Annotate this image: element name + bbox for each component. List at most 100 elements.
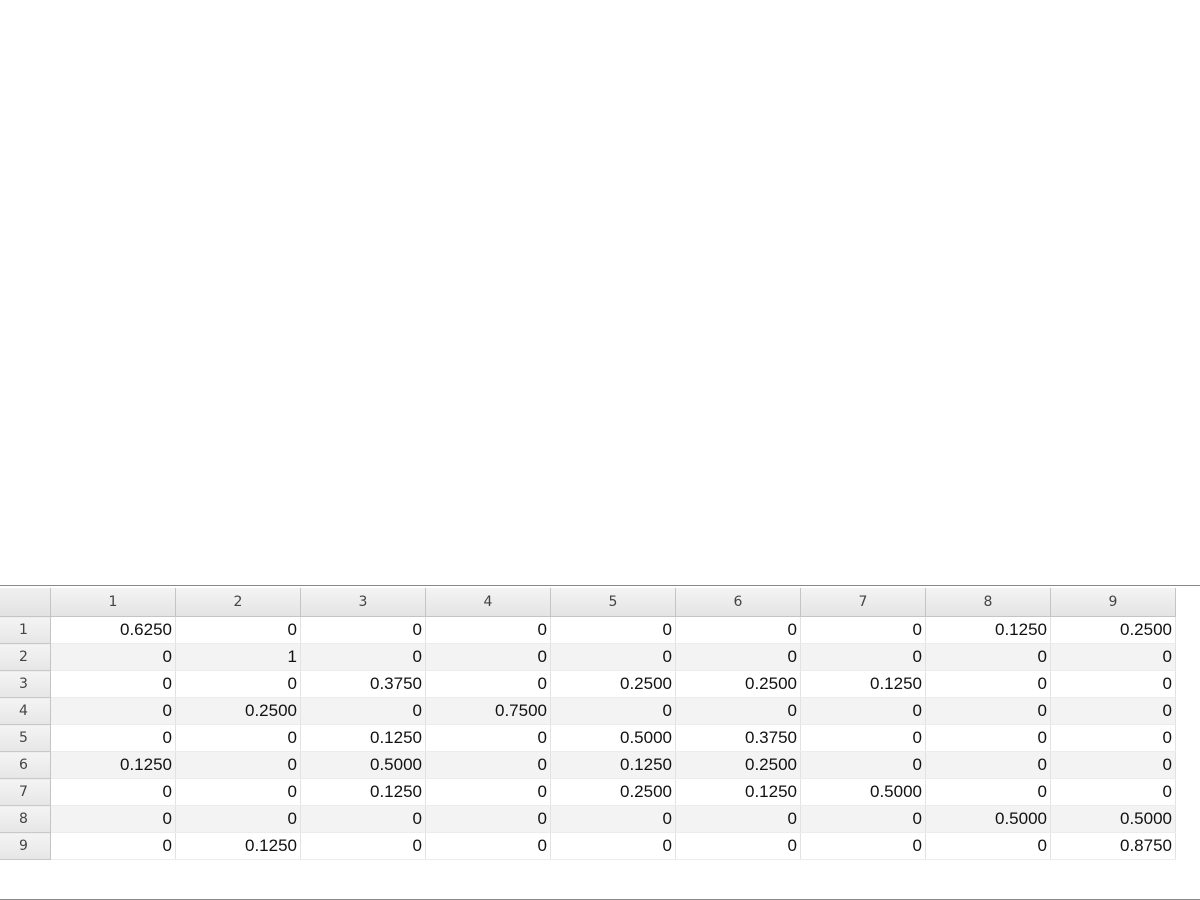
table-cell[interactable]: 0: [1050, 670, 1176, 698]
table-cell[interactable]: 0: [675, 832, 801, 860]
table-cell[interactable]: 0.1250: [175, 832, 301, 860]
table-cell[interactable]: 0: [425, 778, 551, 806]
table-cell[interactable]: 0: [425, 643, 551, 671]
table-cell[interactable]: 0: [925, 643, 1051, 671]
table-cell[interactable]: 0: [675, 697, 801, 725]
table-cell[interactable]: 0: [675, 643, 801, 671]
table-cell[interactable]: 0.5000: [550, 724, 676, 752]
table-cell[interactable]: 0.5000: [925, 805, 1051, 833]
row-header[interactable]: 9: [0, 832, 51, 860]
table-cell[interactable]: 0: [1050, 778, 1176, 806]
row-header[interactable]: 6: [0, 751, 51, 779]
table-cell[interactable]: 0: [425, 832, 551, 860]
row-header[interactable]: 3: [0, 670, 51, 698]
table-cell[interactable]: 0: [550, 643, 676, 671]
table-cell[interactable]: 0: [50, 832, 176, 860]
table-cell[interactable]: 0: [425, 805, 551, 833]
column-header[interactable]: 2: [175, 588, 301, 617]
table-cell[interactable]: 0: [1050, 724, 1176, 752]
table-cell[interactable]: 0: [800, 697, 926, 725]
table-cell[interactable]: 0.1250: [675, 778, 801, 806]
table-cell[interactable]: 0: [300, 832, 426, 860]
variable-editor-grid[interactable]: 1 2 3 4 5 6 7 8 9 1 0.6250 0 0 0 0 0 0 0.1250 0.2…: [0, 585, 1200, 900]
table-cell[interactable]: 0: [50, 724, 176, 752]
column-header[interactable]: 1: [50, 588, 176, 617]
table-cell[interactable]: 0.5000: [1050, 805, 1176, 833]
table-cell[interactable]: 0.2500: [675, 751, 801, 779]
table-cell[interactable]: 0.6250: [50, 616, 176, 644]
corner-cell[interactable]: [0, 588, 51, 617]
table-cell[interactable]: 0.1250: [550, 751, 676, 779]
table-cell[interactable]: 0: [1050, 643, 1176, 671]
column-header[interactable]: 4: [425, 588, 551, 617]
table-cell[interactable]: 0.5000: [800, 778, 926, 806]
table-cell[interactable]: 0: [550, 616, 676, 644]
table-cell[interactable]: 0: [550, 805, 676, 833]
table-cell[interactable]: 0: [175, 724, 301, 752]
column-header[interactable]: 9: [1050, 588, 1176, 617]
table-cell[interactable]: 0.2500: [675, 670, 801, 698]
table-cell[interactable]: 1: [175, 643, 301, 671]
table-cell[interactable]: 0.2500: [550, 670, 676, 698]
row-header[interactable]: 4: [0, 697, 51, 725]
table-cell[interactable]: 0: [550, 697, 676, 725]
table-cell[interactable]: 0.3750: [675, 724, 801, 752]
table-cell[interactable]: 0: [425, 724, 551, 752]
row-header[interactable]: 8: [0, 805, 51, 833]
table-cell[interactable]: 0: [50, 805, 176, 833]
table-cell[interactable]: 0: [925, 724, 1051, 752]
table-cell[interactable]: 0.1250: [925, 616, 1051, 644]
table-cell[interactable]: 0: [925, 751, 1051, 779]
table-cell[interactable]: 0.5000: [300, 751, 426, 779]
table-cell[interactable]: 0: [425, 670, 551, 698]
table-cell[interactable]: 0: [50, 697, 176, 725]
table-cell[interactable]: 0.2500: [175, 697, 301, 725]
column-header[interactable]: 5: [550, 588, 676, 617]
row-header[interactable]: 1: [0, 616, 51, 644]
table-cell[interactable]: 0: [925, 778, 1051, 806]
table-cell[interactable]: 0.3750: [300, 670, 426, 698]
column-header[interactable]: 8: [925, 588, 1051, 617]
table-cell[interactable]: 0.1250: [300, 778, 426, 806]
table-cell[interactable]: 0.1250: [300, 724, 426, 752]
table-cell[interactable]: 0.2500: [550, 778, 676, 806]
table-cell[interactable]: 0: [675, 805, 801, 833]
table-cell[interactable]: 0: [925, 670, 1051, 698]
table-cell[interactable]: 0: [300, 805, 426, 833]
table-cell[interactable]: 0.1250: [50, 751, 176, 779]
table-cell[interactable]: 0: [175, 778, 301, 806]
table-cell[interactable]: 0: [800, 643, 926, 671]
table-cell[interactable]: 0.7500: [425, 697, 551, 725]
table-cell[interactable]: 0: [175, 670, 301, 698]
row-header[interactable]: 2: [0, 643, 51, 671]
table-cell[interactable]: 0: [175, 751, 301, 779]
column-header[interactable]: 7: [800, 588, 926, 617]
table-cell[interactable]: 0: [175, 616, 301, 644]
table-cell[interactable]: 0: [800, 805, 926, 833]
table-cell[interactable]: 0: [925, 697, 1051, 725]
table-cell[interactable]: 0: [800, 832, 926, 860]
table-cell[interactable]: 0: [425, 616, 551, 644]
table-cell[interactable]: 0: [1050, 697, 1176, 725]
table-cell[interactable]: 0: [300, 697, 426, 725]
column-header[interactable]: 6: [675, 588, 801, 617]
table-cell[interactable]: 0: [675, 616, 801, 644]
row-header[interactable]: 7: [0, 778, 51, 806]
table-cell[interactable]: 0.8750: [1050, 832, 1176, 860]
table-cell[interactable]: 0: [50, 643, 176, 671]
table-cell[interactable]: 0: [300, 643, 426, 671]
table-cell[interactable]: 0.1250: [800, 670, 926, 698]
table-cell[interactable]: 0.2500: [1050, 616, 1176, 644]
table-cell[interactable]: 0: [175, 805, 301, 833]
table-cell[interactable]: 0: [800, 616, 926, 644]
table-cell[interactable]: 0: [800, 724, 926, 752]
row-header[interactable]: 5: [0, 724, 51, 752]
table-cell[interactable]: 0: [800, 751, 926, 779]
table-cell[interactable]: 0: [550, 832, 676, 860]
table-cell[interactable]: 0: [425, 751, 551, 779]
table-cell[interactable]: 0: [50, 670, 176, 698]
table-cell[interactable]: 0: [925, 832, 1051, 860]
table-cell[interactable]: 0: [300, 616, 426, 644]
table-cell[interactable]: 0: [50, 778, 176, 806]
table-cell[interactable]: 0: [1050, 751, 1176, 779]
